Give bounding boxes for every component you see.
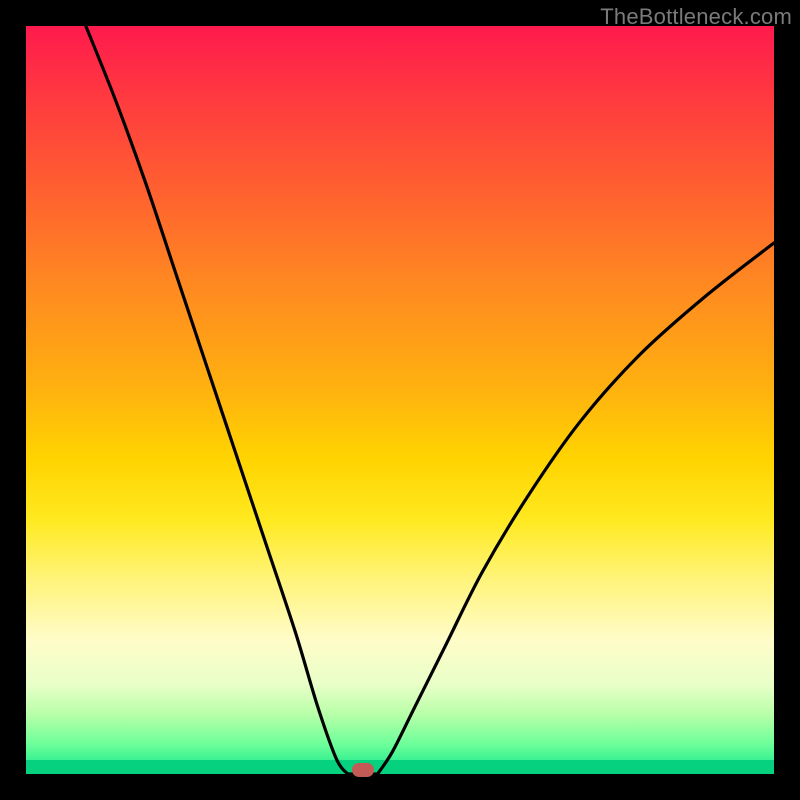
watermark-text: TheBottleneck.com (600, 4, 792, 30)
chart-frame: TheBottleneck.com (0, 0, 800, 800)
minimum-marker (352, 763, 374, 777)
curve-left (86, 26, 348, 774)
curve-layer (26, 26, 774, 774)
plot-area (26, 26, 774, 774)
curve-right (378, 243, 774, 774)
